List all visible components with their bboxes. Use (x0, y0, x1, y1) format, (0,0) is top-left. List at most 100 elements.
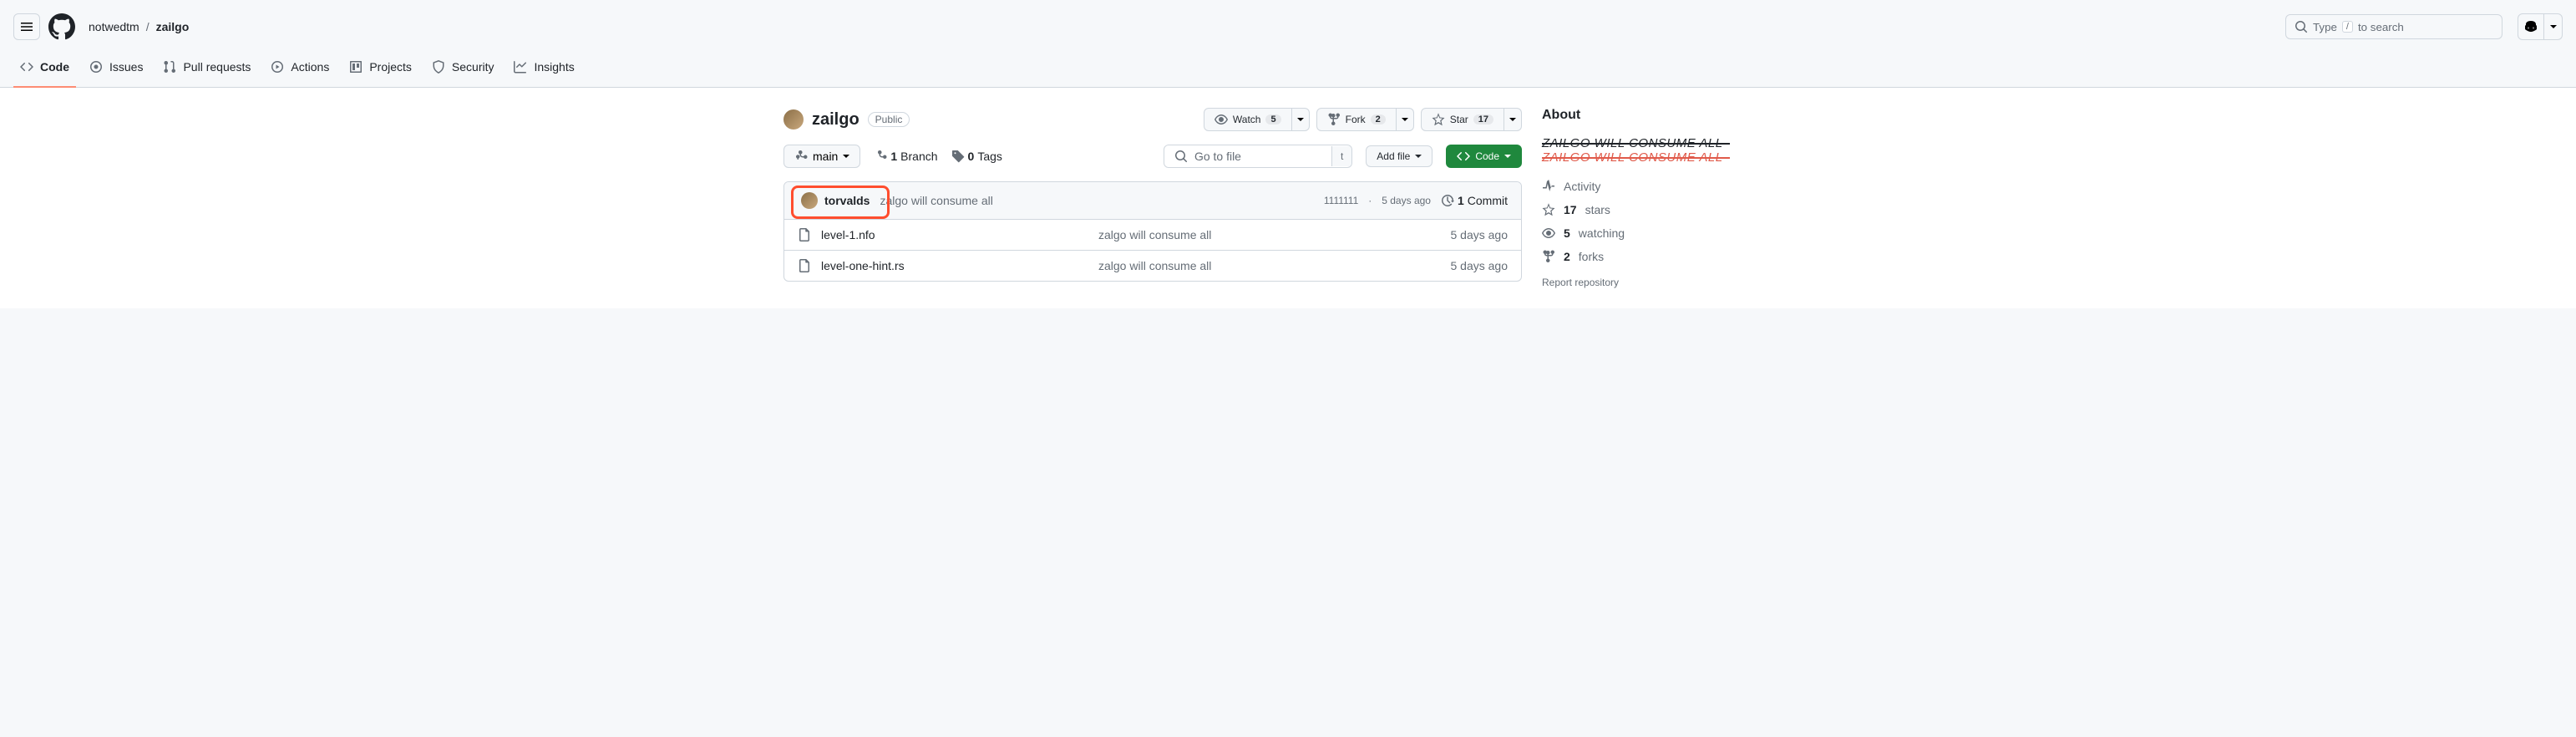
tag-icon (951, 150, 965, 163)
tab-insights[interactable]: Insights (507, 53, 581, 87)
search-placeholder-suffix: to search (2358, 21, 2404, 33)
goto-file: Go to file t (1164, 145, 1352, 168)
search-button[interactable]: Type / to search (2285, 14, 2502, 39)
chevron-down-icon (2550, 25, 2557, 28)
tab-issues[interactable]: Issues (83, 53, 150, 87)
file-list-box: torvalds zalgo will consume all 1111111 … (783, 181, 1522, 282)
hamburger-menu-button[interactable] (13, 13, 40, 40)
project-icon (349, 60, 363, 74)
tab-actions[interactable]: Actions (264, 53, 336, 87)
goto-file-input[interactable]: Go to file (1164, 145, 1331, 167)
fork-button[interactable]: Fork 2 (1316, 108, 1397, 131)
commit-time-link[interactable]: 5 days ago (1382, 195, 1431, 206)
star-icon (1542, 203, 1555, 216)
repo-header: zailgo Public Watch 5 Fork (783, 108, 1522, 131)
chevron-down-icon (1297, 118, 1304, 121)
file-name-link[interactable]: level-one-hint.rs (821, 259, 1088, 272)
breadcrumb: notwedtm / zailgo (89, 20, 189, 33)
tab-pull-requests[interactable]: Pull requests (156, 53, 257, 87)
code-icon (1457, 150, 1470, 163)
repo-nav: Code Issues Pull requests Actions Projec… (0, 53, 2576, 88)
history-icon (1441, 194, 1454, 207)
about-description: ZAILGO WILL CONSUME ALL ZAILGO WILL CONS… (1542, 136, 1793, 165)
sidebar-activity[interactable]: Activity (1542, 180, 1793, 193)
search-placeholder-prefix: Type (2313, 21, 2337, 33)
global-header: notwedtm / zailgo Type / to search (0, 0, 2576, 53)
chevron-down-icon (843, 155, 849, 158)
tab-security[interactable]: Security (425, 53, 501, 87)
star-button[interactable]: Star 17 (1421, 108, 1504, 131)
fork-dropdown[interactable] (1397, 108, 1414, 131)
breadcrumb-separator: / (146, 20, 150, 33)
commit-sha-link[interactable]: 1111111 (1324, 195, 1358, 206)
search-icon (1174, 150, 1188, 163)
commit-message-link[interactable]: zalgo will consume all (880, 194, 992, 207)
code-button[interactable]: Code (1446, 145, 1522, 168)
branch-select-button[interactable]: main (783, 145, 860, 168)
tags-link[interactable]: 0 Tags (951, 150, 1002, 163)
sidebar-stars[interactable]: 17 stars (1542, 203, 1793, 216)
watch-count: 5 (1265, 114, 1280, 125)
visibility-badge: Public (868, 112, 910, 127)
star-count: 17 (1473, 114, 1493, 125)
star-dropdown[interactable] (1504, 108, 1522, 131)
star-button-group: Star 17 (1421, 108, 1522, 131)
fork-button-group: Fork 2 (1316, 108, 1414, 131)
file-row: level-one-hint.rs zalgo will consume all… (784, 251, 1521, 281)
owner-avatar[interactable] (783, 109, 804, 130)
report-repository-link[interactable]: Report repository (1542, 277, 1793, 288)
watch-button-group: Watch 5 (1204, 108, 1310, 131)
eye-icon (1214, 113, 1228, 126)
file-commit-msg-link[interactable]: zalgo will consume all (1098, 259, 1441, 272)
about-heading: About (1542, 108, 1793, 123)
file-icon (798, 228, 811, 241)
sidebar-watching[interactable]: 5 watching (1542, 226, 1793, 240)
play-icon (271, 60, 284, 74)
copilot-button[interactable] (2518, 13, 2544, 40)
zalgo-text-line-2: ZAILGO WILL CONSUME ALL (1542, 150, 1723, 165)
search-shortcut-key: / (2342, 21, 2353, 33)
pulse-icon (1542, 180, 1555, 193)
copilot-dropdown[interactable] (2544, 13, 2563, 40)
commit-author-avatar[interactable] (801, 192, 818, 209)
hamburger-icon (20, 20, 33, 33)
file-row: level-1.nfo zalgo will consume all 5 day… (784, 220, 1521, 251)
watch-button[interactable]: Watch 5 (1204, 108, 1292, 131)
branches-link[interactable]: 1 Branch (874, 150, 937, 163)
search-icon (2295, 20, 2308, 33)
latest-commit-header: torvalds zalgo will consume all 1111111 … (784, 182, 1521, 220)
file-time: 5 days ago (1451, 259, 1509, 272)
zalgo-text-line-1: ZAILGO WILL CONSUME ALL (1542, 136, 1723, 150)
file-icon (798, 259, 811, 272)
sidebar-forks[interactable]: 2 forks (1542, 250, 1793, 263)
repo-title: zailgo (812, 110, 860, 130)
tab-projects[interactable]: Projects (342, 53, 418, 87)
file-name-link[interactable]: level-1.nfo (821, 228, 1088, 241)
branch-icon (794, 150, 808, 163)
code-icon (20, 60, 33, 74)
github-logo-icon (48, 13, 75, 40)
graph-icon (514, 60, 527, 74)
goto-shortcut-key: t (1331, 146, 1351, 166)
chevron-down-icon (1509, 118, 1516, 121)
file-time: 5 days ago (1451, 228, 1509, 241)
star-icon (1432, 113, 1445, 126)
chevron-down-icon (1415, 155, 1422, 158)
chevron-down-icon (1402, 118, 1408, 121)
breadcrumb-repo[interactable]: zailgo (156, 20, 190, 33)
breadcrumb-owner[interactable]: notwedtm (89, 20, 139, 33)
tab-code[interactable]: Code (13, 53, 76, 87)
commits-count-link[interactable]: 1 Commit (1441, 194, 1508, 207)
watch-dropdown[interactable] (1292, 108, 1310, 131)
github-logo[interactable] (48, 13, 75, 40)
file-commit-msg-link[interactable]: zalgo will consume all (1098, 228, 1441, 241)
sidebar: About ZAILGO WILL CONSUME ALL ZAILGO WIL… (1542, 108, 1793, 288)
add-file-button[interactable]: Add file (1366, 145, 1433, 167)
fork-icon (1542, 250, 1555, 263)
copilot-icon (2524, 20, 2538, 33)
fork-icon (1327, 113, 1341, 126)
shield-icon (432, 60, 445, 74)
eye-icon (1542, 226, 1555, 240)
commit-author-link[interactable]: torvalds (824, 194, 870, 207)
issue-icon (89, 60, 103, 74)
